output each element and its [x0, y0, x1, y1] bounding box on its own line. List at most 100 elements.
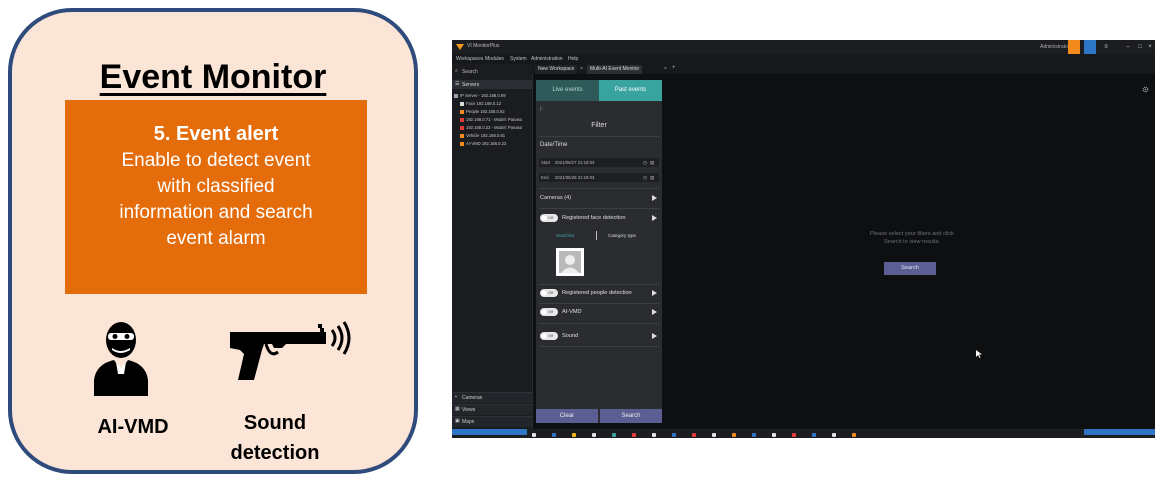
cameras-expand-icon[interactable]	[652, 195, 657, 201]
tree-item-face[interactable]: Face 192.168.0.12	[460, 101, 501, 106]
toggle-state: Off	[548, 290, 554, 295]
clock-icon[interactable]: ◷	[643, 173, 647, 182]
people-camera-icon	[460, 109, 464, 114]
clear-button[interactable]: Clear	[536, 409, 598, 423]
aivmd-camera-icon	[460, 141, 464, 146]
server-icon	[454, 93, 458, 98]
sidebar-item-label: Maps	[462, 419, 475, 425]
settings-icon[interactable]: ≡	[1100, 40, 1112, 54]
menu-administration[interactable]: Administration	[531, 56, 563, 62]
panel-search-button[interactable]: Search	[600, 409, 662, 423]
taskbar-app-icon[interactable]	[852, 433, 856, 437]
info-card: Event Monitor 5. Event alert Enable to d…	[8, 8, 418, 474]
sidebar-search[interactable]: ⌕ Search	[452, 67, 532, 77]
tree-item-camera-22[interactable]: 192.168.0.22 - Model: Panaso	[460, 125, 522, 130]
tab-live-events[interactable]: Live events	[536, 80, 599, 101]
sidebar-search-label: Search	[462, 69, 478, 75]
people-detection-toggle[interactable]: Off	[540, 289, 558, 297]
gear-icon[interactable]	[1142, 86, 1149, 93]
calendar-icon[interactable]: ▤	[650, 173, 654, 182]
taskbar-app-icon[interactable]	[652, 433, 656, 437]
menu-workspaces[interactable]: Workspaces	[456, 56, 483, 62]
taskbar-app-icon[interactable]	[592, 433, 596, 437]
tree-label: People 192.168.0.92	[466, 109, 505, 114]
taskbar-app-icon[interactable]	[632, 433, 636, 437]
people-expand-icon[interactable]	[652, 290, 657, 296]
taskbar-app-icon[interactable]	[792, 433, 796, 437]
taskbar-app-icon[interactable]	[532, 433, 536, 437]
back-icon[interactable]: |‹	[540, 106, 543, 112]
taskbar-app-icon[interactable]	[772, 433, 776, 437]
taskbar-tray-area[interactable]	[1084, 429, 1155, 435]
servers-header[interactable]: ☰ Servers	[452, 80, 532, 89]
taskbar-search-area[interactable]	[452, 429, 527, 435]
label-sound-line: Sound	[243, 412, 307, 434]
taskbar-app-icon[interactable]	[572, 433, 576, 437]
taskbar-app-icon[interactable]	[692, 433, 696, 437]
menu-help[interactable]: Help	[568, 56, 578, 62]
label-sound-detection: Sound detection	[210, 408, 340, 468]
divider	[539, 208, 659, 209]
camera-error-icon	[460, 117, 464, 122]
tab-new-workspace[interactable]: New Workspace	[535, 65, 578, 74]
sound-toggle[interactable]: Off	[540, 332, 558, 340]
servers-icon: ☰	[455, 81, 460, 87]
tree-item-vehicle[interactable]: Vehicle 192.168.0.81	[460, 133, 505, 138]
close-tab-icon[interactable]: ×	[664, 66, 667, 72]
opt-sound: Sound	[562, 333, 579, 339]
cameras-label[interactable]: Cameras (4)	[540, 195, 571, 201]
label-sound-line: detection	[230, 442, 320, 464]
menu-modules[interactable]: Modules	[485, 56, 504, 62]
tree-item-server[interactable]: IP Server - 192.168.0.99	[454, 93, 506, 98]
tab-past-events[interactable]: Past events	[599, 80, 662, 101]
tree-item-people[interactable]: People 192.168.0.92	[460, 109, 505, 114]
toggle-knob	[541, 290, 547, 296]
face-expand-icon[interactable]	[652, 215, 657, 221]
main-search-button[interactable]: Search	[884, 262, 936, 275]
menu-bar: Workspaces Modules System Administration…	[452, 54, 1155, 64]
aivmd-expand-icon[interactable]	[652, 309, 657, 315]
mouse-cursor-icon	[976, 350, 982, 358]
taskbar-app-icon[interactable]	[732, 433, 736, 437]
face-detection-toggle[interactable]: Off	[540, 214, 558, 222]
empty-results-message: Please select your filters and click Sea…	[832, 230, 992, 246]
grid-icon: ▦	[455, 406, 460, 412]
taskbar-app-icon[interactable]	[612, 433, 616, 437]
tree-item-camera-71[interactable]: 192.168.0.71 - Model: Panaso	[460, 117, 522, 122]
avatar-placeholder-icon[interactable]	[556, 248, 584, 276]
filter-icon[interactable]	[1084, 40, 1096, 54]
sidebar-item-cameras[interactable]: ▪ Cameras	[452, 392, 532, 403]
close-tab-icon[interactable]: ×	[580, 66, 583, 72]
taskbar-app-icon[interactable]	[752, 433, 756, 437]
tree-item-aivmd[interactable]: AI-VMD 192.168.0.23	[460, 141, 506, 146]
clock-icon[interactable]: ◷	[643, 158, 647, 167]
sidebar-item-maps[interactable]: ▣ Maps	[452, 416, 532, 427]
calendar-icon[interactable]: ▤	[650, 158, 654, 167]
taskbar-app-icon[interactable]	[832, 433, 836, 437]
start-datetime-field[interactable]: Start 2021/06/27 21:18:03 ◷ ▤	[539, 158, 659, 167]
divider	[539, 323, 659, 324]
alert-description: Enable to detect event with classified i…	[65, 148, 367, 252]
close-icon[interactable]: ×	[1144, 40, 1155, 54]
taskbar-app-icon[interactable]	[712, 433, 716, 437]
taskbar-app-icon[interactable]	[672, 433, 676, 437]
tab-multi-ai-event-monitor[interactable]: Multi-AI Event Monitor	[587, 65, 643, 74]
sound-expand-icon[interactable]	[652, 333, 657, 339]
menu-system[interactable]: System	[510, 56, 527, 62]
app-logo-icon	[456, 44, 464, 50]
sidebar-item-views[interactable]: ▦ Views	[452, 404, 532, 415]
add-tab-icon[interactable]: +	[672, 65, 676, 71]
alert-desc-line: with classified	[157, 176, 275, 197]
minimize-icon[interactable]: –	[1122, 40, 1134, 54]
taskbar-app-icon[interactable]	[552, 433, 556, 437]
divider	[539, 303, 659, 304]
taskbar-app-icon[interactable]	[812, 433, 816, 437]
aivmd-toggle[interactable]: Off	[540, 308, 558, 316]
tab-category-type[interactable]: Category type	[608, 233, 636, 238]
end-datetime-field[interactable]: End 2021/06/28 21:18:03 ◷ ▤	[539, 173, 659, 182]
toggle-state: Off	[548, 215, 554, 220]
filter-title: Filter	[591, 122, 607, 129]
message-line: Search to view results.	[883, 239, 941, 245]
notification-icon[interactable]	[1068, 40, 1080, 54]
tab-watchlist[interactable]: Watchlist	[556, 233, 574, 238]
